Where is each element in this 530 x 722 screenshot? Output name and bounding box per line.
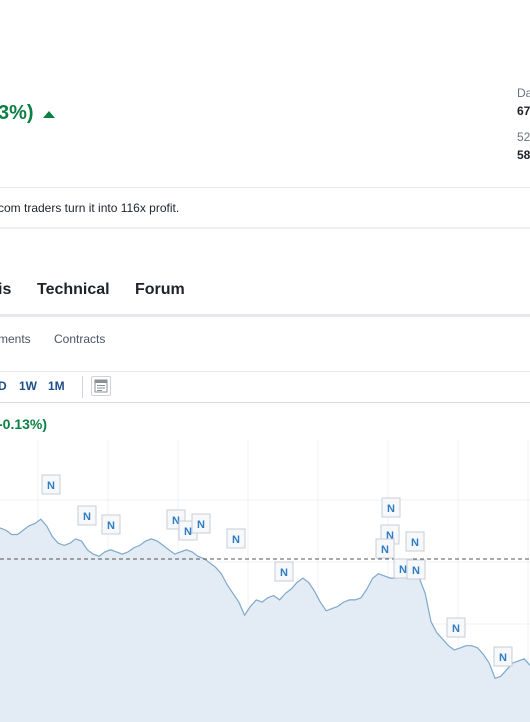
news-marker[interactable]: N — [41, 474, 61, 495]
subtab-contracts[interactable]: Contracts — [54, 332, 105, 346]
news-marker-label: N — [232, 534, 240, 546]
news-marker-label: N — [411, 537, 419, 549]
range-1w-button[interactable]: 1W — [19, 379, 37, 393]
news-marker-label: N — [83, 511, 91, 523]
news-marker-label: N — [107, 520, 115, 532]
chart-type-button[interactable] — [91, 376, 111, 396]
stat-value-52-week-range: 58 — [517, 148, 530, 162]
news-marker-label: N — [197, 519, 205, 531]
tab-technical[interactable]: Technical — [37, 281, 110, 299]
chart-table-icon — [94, 379, 108, 393]
subtab-components[interactable]: ments — [0, 332, 31, 346]
news-marker-label: N — [280, 567, 288, 579]
divider — [0, 227, 530, 229]
divider — [0, 371, 530, 372]
triangle-up-icon — [43, 111, 55, 118]
news-marker[interactable]: N — [77, 505, 97, 526]
news-marker-label: N — [412, 565, 420, 577]
tab-forum[interactable]: Forum — [135, 281, 185, 299]
price-change-percent: 3%) — [0, 102, 34, 124]
chart-change-percent: -0.13%) — [0, 416, 48, 432]
news-marker-label: N — [47, 480, 55, 492]
news-marker[interactable]: N — [493, 646, 513, 667]
news-marker[interactable]: N — [191, 513, 211, 534]
news-marker[interactable]: N — [226, 528, 246, 549]
tab-analysis[interactable]: is — [0, 281, 11, 299]
news-marker-label: N — [387, 503, 395, 515]
range-1d-button[interactable]: D — [0, 379, 7, 393]
news-marker-label: N — [399, 564, 407, 576]
range-1m-button[interactable]: 1M — [48, 379, 65, 393]
price-chart[interactable]: NNN NNNNNNNNNN NNN — [0, 440, 530, 722]
news-marker-label: N — [452, 623, 460, 635]
news-marker[interactable]: N — [101, 514, 121, 535]
news-marker-label: N — [499, 652, 507, 664]
tab-bar-underline — [0, 314, 530, 317]
news-marker[interactable]: N — [446, 617, 466, 638]
stat-label-day-range: Da — [517, 86, 530, 100]
stat-value-day-range: 67 — [517, 104, 530, 118]
news-marker[interactable]: N — [274, 561, 294, 582]
news-marker-label: N — [381, 544, 389, 556]
news-marker[interactable]: N — [405, 531, 425, 552]
stat-label-52-week-range: 52 — [517, 130, 530, 144]
news-marker[interactable]: N — [406, 559, 426, 580]
toolbar-separator — [82, 376, 83, 398]
promo-banner-text[interactable]: com traders turn it into 116x profit. — [0, 201, 179, 215]
news-marker[interactable]: N — [381, 497, 401, 518]
news-marker[interactable]: N — [375, 538, 395, 559]
divider — [0, 402, 530, 403]
divider — [0, 187, 530, 188]
news-marker-label: N — [184, 526, 192, 538]
